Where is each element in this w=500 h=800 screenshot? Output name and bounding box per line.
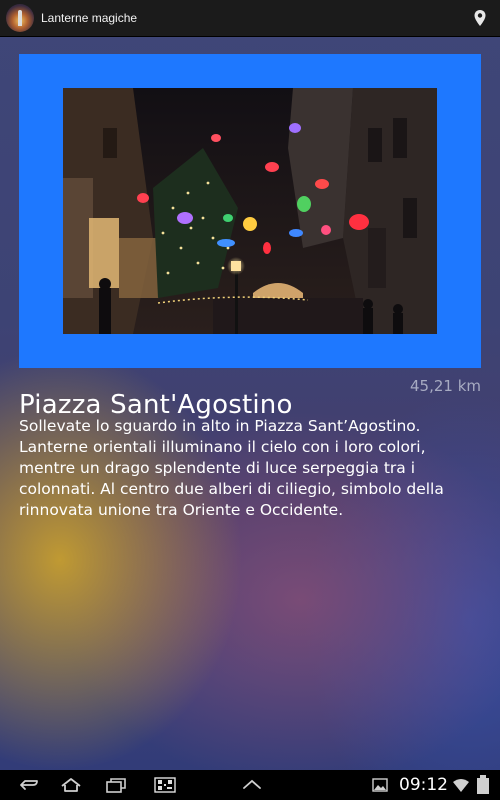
distance-label: 45,21 km — [409, 377, 481, 395]
action-bar: Lanterne magiche — [0, 0, 500, 37]
place-description: Sollevate lo sguardo in alto in Piazza S… — [19, 417, 444, 519]
recent-apps-icon[interactable] — [104, 777, 128, 793]
photo-illustration — [63, 88, 437, 334]
app-icon[interactable] — [6, 4, 34, 32]
home-icon[interactable] — [59, 777, 83, 793]
place-photo[interactable] — [63, 88, 437, 334]
status-clock: 09:12 — [399, 775, 448, 795]
battery-icon — [477, 775, 489, 794]
map-pin-icon[interactable] — [473, 9, 487, 27]
qr-scan-icon[interactable] — [154, 777, 176, 793]
app-title: Lanterne magiche — [41, 11, 138, 25]
back-icon[interactable] — [17, 777, 41, 793]
up-arrow-icon[interactable] — [240, 777, 264, 793]
system-navigation-bar: 09:12 — [0, 770, 500, 800]
gallery-icon — [372, 778, 388, 792]
image-frame — [19, 54, 481, 368]
wifi-icon — [453, 779, 469, 792]
